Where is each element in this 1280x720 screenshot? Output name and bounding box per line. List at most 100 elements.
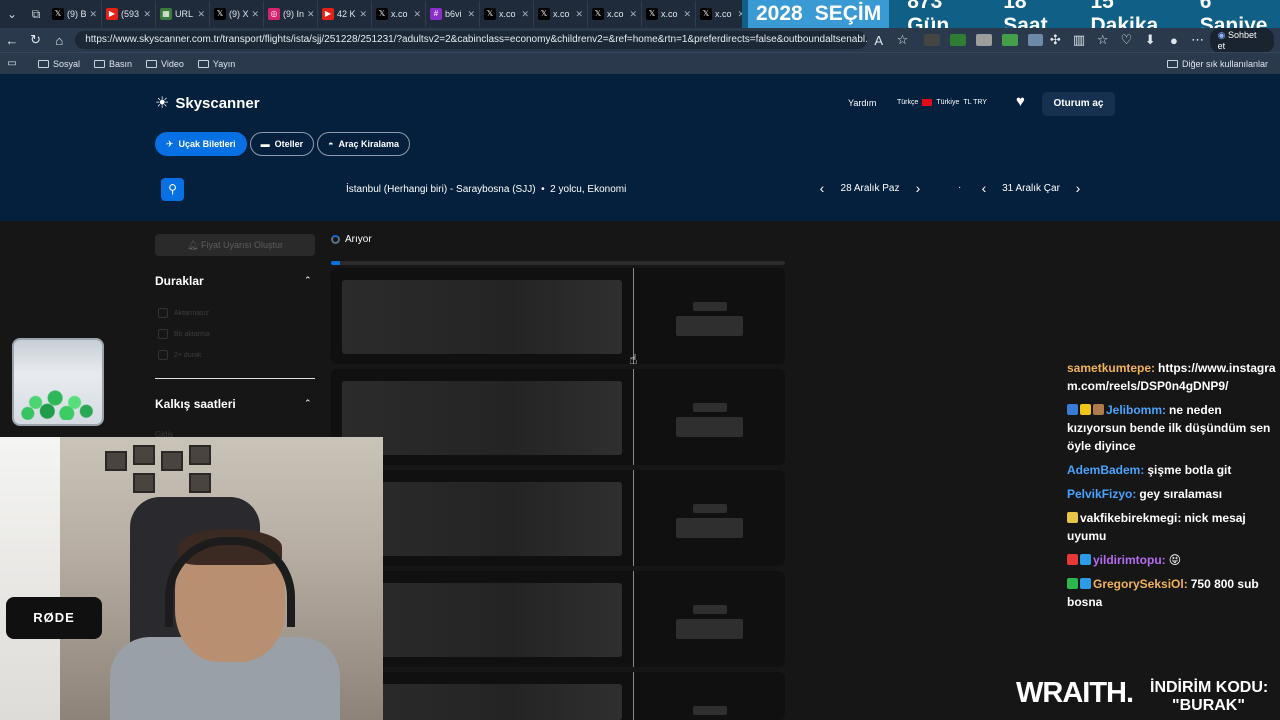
return-date[interactable]: 31 Aralık Çar <box>995 183 1067 194</box>
bookmark-folder-sosyal[interactable]: Sosyal <box>38 59 80 69</box>
bookmark-folder-basin[interactable]: Basın <box>94 59 132 69</box>
chat-username[interactable]: PelvikFizyo: <box>1067 487 1136 501</box>
help-link[interactable]: Yardım <box>848 98 876 108</box>
search-icon[interactable]: ⚲ <box>161 178 184 201</box>
chat-username[interactable]: AdemBadem: <box>1067 463 1144 477</box>
result-card-skeleton[interactable] <box>331 369 785 465</box>
browser-tab[interactable]: 𝕏x.co ✕ <box>588 1 642 27</box>
close-icon[interactable]: ✕ <box>197 9 205 20</box>
close-icon[interactable]: ✕ <box>575 9 583 20</box>
browser-tab[interactable]: ◎ (9) In ✕ <box>264 1 318 27</box>
chat-username[interactable]: sametkumtepe: <box>1067 361 1155 375</box>
read-aloud-icon[interactable]: A <box>867 33 891 48</box>
tab-hotels[interactable]: ▬ Oteller <box>249 132 315 156</box>
close-icon[interactable]: ✕ <box>359 9 367 20</box>
result-card-skeleton[interactable] <box>331 470 785 566</box>
more-icon[interactable]: ⋯ <box>1186 32 1210 48</box>
chat-username[interactable]: Jelibomm: <box>1106 403 1166 417</box>
result-card-skeleton[interactable] <box>331 571 785 667</box>
chevron-right-icon[interactable]: › <box>1067 180 1089 196</box>
extension-icon[interactable] <box>924 34 941 46</box>
saved-heart-icon[interactable]: ♥ <box>1016 93 1025 110</box>
browser-tab[interactable]: 𝕏x.co ✕ <box>642 1 696 27</box>
close-icon[interactable]: ✕ <box>307 9 315 20</box>
puzzle-icon[interactable]: ✣ <box>1043 32 1067 48</box>
copilot-chat-button[interactable]: ◉ Sohbet et <box>1209 27 1274 53</box>
chevron-up-icon[interactable]: ⌃ <box>304 398 312 409</box>
sidebar-toggle-icon[interactable]: ▭ <box>0 58 24 69</box>
tab-label: (9) B <box>67 9 87 19</box>
bed-icon: ▬ <box>260 139 270 149</box>
checkbox[interactable] <box>158 350 168 360</box>
favorites-icon[interactable]: ☆ <box>1091 32 1115 48</box>
browser-tab[interactable]: 𝕏x.co ✕ <box>480 1 534 27</box>
option-label: Bir aktarma <box>174 330 210 338</box>
chevron-left-icon[interactable]: ‹ <box>973 180 995 196</box>
browser-tab[interactable]: # b6vi ✕ <box>426 1 480 27</box>
split-screen-icon[interactable]: ▥ <box>1067 32 1091 48</box>
chevron-left-icon[interactable]: ‹ <box>811 180 833 196</box>
skyscanner-logo[interactable]: ☀ Skyscanner <box>155 93 260 113</box>
other-bookmarks[interactable]: Diğer sık kullanılanlar <box>1166 59 1268 69</box>
login-button[interactable]: Oturum aç <box>1042 92 1115 116</box>
close-icon[interactable]: ✕ <box>413 9 421 20</box>
search-summary[interactable]: İstanbul (Herhangi biri) - Saraybosna (S… <box>346 184 626 195</box>
result-card-skeleton[interactable] <box>331 672 785 720</box>
chevron-up-icon[interactable]: ⌃ <box>304 275 312 286</box>
chevron-right-icon[interactable]: › <box>907 180 929 196</box>
browser-tab[interactable]: ▶ (593 ✕ <box>102 1 156 27</box>
tab-flights[interactable]: ✈ Uçak Biletleri <box>155 132 247 156</box>
close-icon[interactable]: ✕ <box>467 9 475 20</box>
browser-tab[interactable]: 𝕏 (9) B ✕ <box>48 1 102 27</box>
result-card-skeleton[interactable] <box>331 268 785 364</box>
extension-icon[interactable] <box>975 34 992 46</box>
downloads-icon[interactable]: ⬇ <box>1138 32 1162 48</box>
depart-date[interactable]: 28 Aralık Paz <box>833 183 907 194</box>
chat-message: AdemBadem: şişme botla git <box>1067 461 1277 479</box>
turkey-flag-icon <box>922 99 933 106</box>
card-divider <box>633 672 634 720</box>
stops-option-one-stop[interactable]: Bir aktarma <box>158 329 210 339</box>
profile-avatar-icon[interactable]: ● <box>1162 33 1186 48</box>
bookmark-folder-video[interactable]: Video <box>146 59 184 69</box>
status-text: Arıyor <box>345 234 372 245</box>
tab-menu-chevron-icon[interactable]: ⌄ <box>0 2 24 26</box>
reload-icon[interactable]: ↻ <box>24 32 48 48</box>
instagram-icon: ◎ <box>268 8 280 20</box>
site-header: ☀ Skyscanner Yardım Türkçe Türkiye TL TR… <box>0 76 1280 221</box>
tab-actions-icon[interactable]: ⧉ <box>24 2 48 26</box>
chat-username[interactable]: vakfikebirekmegi: <box>1080 511 1181 525</box>
chat-username[interactable]: yildirimtopu: <box>1093 553 1166 567</box>
stops-option-nonstop[interactable]: Aktarmasız <box>158 308 209 318</box>
collections-icon[interactable]: ♡ <box>1115 32 1139 48</box>
extension-icon[interactable] <box>1027 34 1044 46</box>
close-icon[interactable]: ✕ <box>683 9 691 20</box>
close-icon[interactable]: ✕ <box>629 9 637 20</box>
extension-icon[interactable] <box>1001 34 1018 46</box>
url-field[interactable]: https://www.skyscanner.com.tr/transport/… <box>75 31 867 49</box>
chat-username[interactable]: GregorySeksiOl: <box>1093 577 1188 591</box>
stops-filter-title[interactable]: Duraklar <box>155 274 204 288</box>
close-icon[interactable]: ✕ <box>90 9 98 20</box>
checkbox[interactable] <box>158 308 168 318</box>
stops-option-two-plus[interactable]: 2+ durak <box>158 350 201 360</box>
browser-tab[interactable]: 𝕏x.co ✕ <box>534 1 588 27</box>
browser-tab[interactable]: 𝕏 (9) X ✕ <box>210 1 264 27</box>
tab-car-hire[interactable]: ◓ Araç Kiralama <box>317 132 411 156</box>
back-icon[interactable]: ← <box>0 33 24 48</box>
browser-tab[interactable]: ▶ 42 K ✕ <box>318 1 372 27</box>
locale-selector[interactable]: Türkçe Türkiye TL TRY <box>897 99 987 106</box>
extension-icon[interactable] <box>950 34 966 46</box>
bookmark-folder-yayin[interactable]: Yayın <box>197 59 235 69</box>
home-icon[interactable]: ⌂ <box>47 33 71 48</box>
price-alert-button[interactable]: 🔔︎ Fiyat Uyarısı Oluştur <box>155 234 315 256</box>
checkbox[interactable] <box>158 329 168 339</box>
favorite-star-icon[interactable]: ☆ <box>891 32 915 48</box>
tab-label: (9) X <box>229 9 249 19</box>
browser-tab[interactable]: 𝕏x.co ✕ <box>372 1 426 27</box>
close-icon[interactable]: ✕ <box>521 9 529 20</box>
departure-times-title[interactable]: Kalkış saatleri <box>155 397 236 411</box>
close-icon[interactable]: ✕ <box>252 9 260 20</box>
close-icon[interactable]: ✕ <box>143 9 151 20</box>
browser-tab[interactable]: ▦ URL ✕ <box>156 1 210 27</box>
